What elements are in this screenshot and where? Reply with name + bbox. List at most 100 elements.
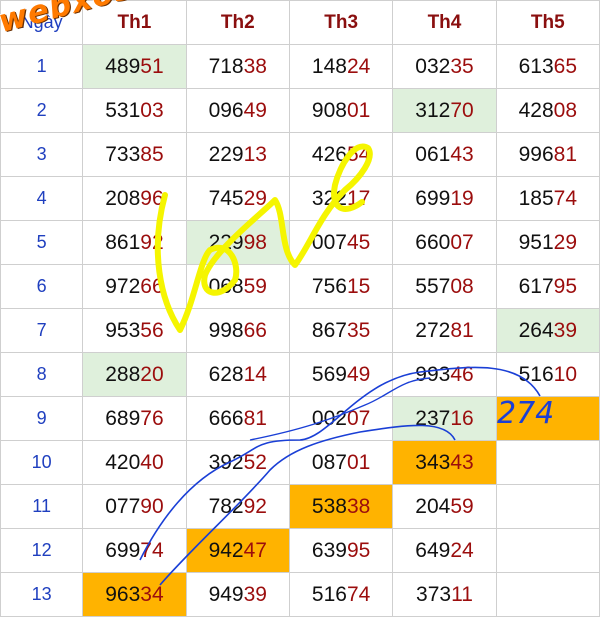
result-cell: 07790 — [82, 484, 187, 529]
table-row: 4 20896 74529 32217 69919 18574 — [0, 176, 600, 221]
result-cell: 34343 — [392, 440, 497, 485]
result-prefix: 420 — [105, 450, 141, 474]
result-prefix: 096 — [208, 98, 244, 122]
table-row: 11 07790 78292 53838 20459 — [0, 484, 600, 529]
result-cell: 64924 — [392, 528, 497, 573]
result-suffix: 10 — [553, 362, 578, 386]
day-number: 3 — [0, 132, 84, 177]
result-suffix: 29 — [553, 230, 578, 254]
result-cell: 27281 — [392, 308, 497, 353]
result-cell: 99346 — [392, 352, 497, 397]
result-cell: 99866 — [185, 308, 290, 353]
result-suffix: 38 — [243, 54, 267, 78]
result-cell: 78292 — [185, 484, 290, 529]
day-number: 10 — [0, 440, 84, 485]
result-cell: 37311 — [392, 572, 497, 617]
result-suffix: 59 — [243, 274, 267, 298]
result-cell: 39252 — [185, 440, 290, 485]
result-cell: 32217 — [288, 176, 394, 221]
result-cell: 48951 — [82, 44, 187, 89]
result-suffix: 66 — [140, 274, 164, 298]
result-suffix: 74 — [140, 538, 164, 562]
result-cell: 74529 — [185, 176, 290, 221]
result-prefix: 639 — [311, 538, 347, 562]
result-suffix: 59 — [450, 494, 474, 518]
result-suffix: 92 — [243, 494, 267, 518]
result-prefix: 569 — [311, 362, 347, 386]
result-cell: 03235 — [392, 44, 497, 89]
result-suffix: 70 — [450, 98, 474, 122]
table-row: 6 97266 06859 75615 55708 61795 — [0, 264, 600, 309]
result-cell: 63995 — [288, 528, 394, 573]
result-suffix: 51 — [140, 54, 164, 78]
result-cell: 61795 — [495, 264, 600, 309]
result-prefix: 993 — [415, 362, 451, 386]
result-cell: 22913 — [185, 132, 290, 177]
result-suffix: 39 — [243, 582, 267, 606]
result-cell: 42040 — [82, 440, 187, 485]
result-prefix: 867 — [311, 318, 347, 342]
result-prefix: 428 — [518, 98, 554, 122]
result-cell: 06143 — [392, 132, 497, 177]
result-prefix: 373 — [416, 582, 452, 606]
day-number: 12 — [0, 528, 84, 573]
result-suffix: 47 — [243, 538, 267, 562]
result-prefix: 272 — [415, 318, 451, 342]
result-prefix: 002 — [311, 406, 347, 430]
column-header-th4: Th4 — [392, 0, 497, 45]
result-cell: 00207 — [288, 396, 394, 441]
result-prefix: 617 — [518, 274, 554, 298]
result-suffix: 90 — [140, 494, 164, 518]
result-cell — [495, 528, 600, 573]
result-prefix: 699 — [105, 538, 141, 562]
result-prefix: 972 — [105, 274, 141, 298]
result-suffix: 07 — [346, 406, 371, 430]
result-cell: 94247 — [185, 528, 290, 573]
result-cell: 73385 — [82, 132, 187, 177]
result-suffix: 29 — [243, 186, 267, 210]
result-suffix: 49 — [243, 98, 267, 122]
result-cell: 71838 — [185, 44, 290, 89]
result-cell — [495, 484, 600, 529]
table-row: 5 86192 22998 00745 66007 95129 — [0, 220, 600, 265]
result-suffix: 52 — [243, 450, 267, 474]
result-suffix: 03 — [140, 98, 164, 122]
table-row: 10 42040 39252 08701 34343 — [0, 440, 600, 485]
table-row: 7 95356 99866 86735 27281 26439 — [0, 308, 600, 353]
result-suffix: 56 — [140, 318, 164, 342]
result-prefix: 689 — [105, 406, 141, 430]
result-prefix: 613 — [518, 54, 554, 78]
result-prefix: 666 — [208, 406, 244, 430]
results-table: Ngày Th1 Th2 Th3 Th4 Th5 1 48951 71838 1482… — [0, 0, 600, 617]
result-prefix: 229 — [208, 230, 244, 254]
result-cell: 95129 — [495, 220, 600, 265]
result-cell: 55708 — [392, 264, 497, 309]
result-suffix: 35 — [346, 318, 371, 342]
result-prefix: 426 — [311, 142, 347, 166]
result-suffix: 81 — [450, 318, 474, 342]
result-suffix: 17 — [346, 186, 371, 210]
result-prefix: 237 — [415, 406, 451, 430]
result-prefix: 032 — [415, 54, 451, 78]
result-cell: 62814 — [185, 352, 290, 397]
result-prefix: 942 — [208, 538, 244, 562]
day-number: 9 — [0, 396, 84, 441]
result-suffix: 46 — [450, 362, 474, 386]
result-prefix: 949 — [208, 582, 244, 606]
result-cell: 09649 — [185, 88, 290, 133]
result-cell: 53838 — [288, 484, 394, 529]
result-suffix: 49 — [346, 362, 371, 386]
day-number: 2 — [0, 88, 84, 133]
result-suffix: 08 — [450, 274, 474, 298]
result-cell: 14824 — [288, 44, 394, 89]
result-suffix: 76 — [140, 406, 164, 430]
result-prefix: 208 — [105, 186, 141, 210]
result-prefix: 148 — [311, 54, 347, 78]
result-suffix: 81 — [553, 142, 578, 166]
day-number: 5 — [0, 220, 84, 265]
result-prefix: 264 — [518, 318, 554, 342]
result-cell — [495, 572, 600, 617]
result-prefix: 699 — [415, 186, 451, 210]
table-row: 8 28820 62814 56949 99346 51610 — [0, 352, 600, 397]
result-suffix: 45 — [346, 230, 371, 254]
